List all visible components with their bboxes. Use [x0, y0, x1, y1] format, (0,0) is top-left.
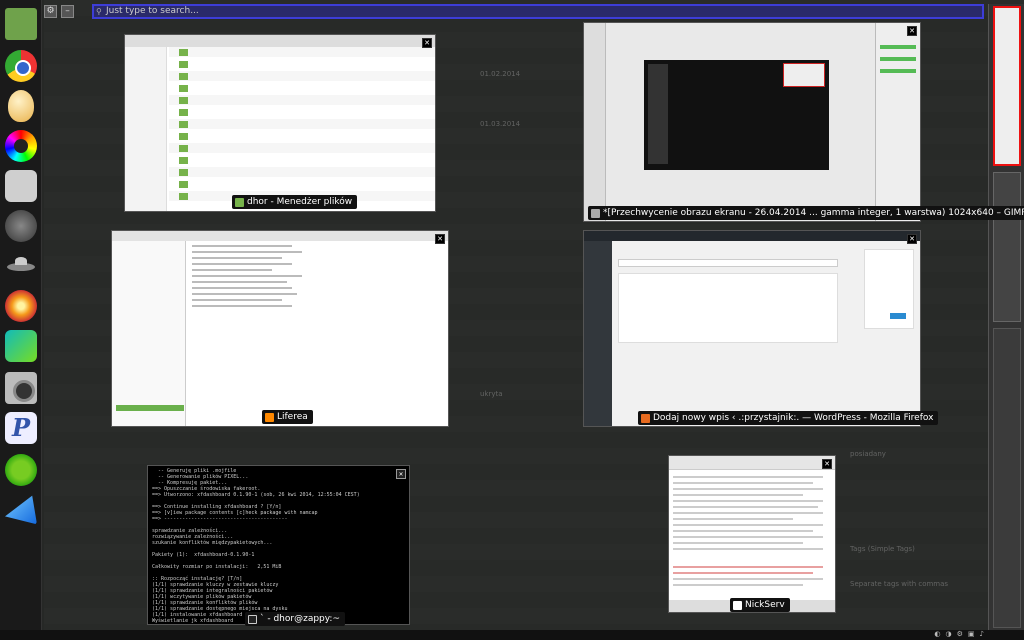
launcher-icon[interactable] — [5, 495, 37, 525]
chromium-icon[interactable] — [5, 50, 37, 82]
search-input[interactable]: ⚲ Just type to search... — [92, 3, 984, 19]
settings-icon[interactable]: ⚙ — [44, 4, 57, 18]
window-terminal[interactable]: -- Generuję pliki .mojfile -- Generowani… — [147, 465, 410, 625]
claws-mail-icon[interactable] — [5, 170, 37, 202]
color-picker-icon[interactable] — [5, 130, 37, 162]
top-bar: ⚙ – ⚲ Just type to search... — [44, 3, 984, 19]
gimp-toolbox — [584, 23, 606, 221]
tray-icon[interactable]: ◑ — [946, 630, 952, 639]
rss-icon — [265, 412, 274, 422]
window-caption-gimp[interactable]: *[Przechwycenie obrazu ekranu - 26.04.20… — [588, 206, 1024, 220]
bg-text: Tags (Simple Tags) — [850, 545, 915, 553]
workspace-panel — [988, 4, 1024, 640]
gimp-dock — [875, 23, 920, 221]
search-icon: ⚲ — [96, 6, 102, 16]
camera-icon[interactable] — [5, 372, 37, 404]
feed-list — [112, 241, 186, 426]
firefox-icon — [641, 413, 650, 423]
wp-editor — [612, 241, 920, 426]
window-gimp[interactable]: ✕ — [583, 22, 921, 222]
gimp-icon — [591, 208, 600, 218]
close-icon[interactable]: ✕ — [435, 234, 445, 244]
close-icon[interactable]: ✕ — [396, 469, 406, 479]
sync-icon[interactable] — [5, 454, 37, 486]
application-dock: P — [0, 0, 42, 630]
gimp-canvas — [644, 60, 829, 170]
chat-icon — [733, 600, 742, 610]
workspace-thumbnail-1[interactable] — [993, 6, 1021, 166]
search-placeholder: Just type to search... — [106, 5, 199, 16]
xnview-icon[interactable] — [5, 290, 37, 322]
desktop: 01.02.2014 01.03.2014 ukryta posiadany T… — [0, 0, 1024, 640]
tray-icon[interactable]: ⚙ — [957, 630, 963, 639]
egg-icon[interactable] — [8, 90, 34, 122]
tray-icon[interactable]: ▣ — [968, 630, 975, 639]
window-nickserv[interactable]: ✕ — [668, 455, 836, 613]
close-icon[interactable]: ✕ — [907, 234, 917, 244]
chat-tabs — [669, 456, 835, 470]
minimize-icon[interactable]: – — [61, 4, 74, 18]
ufo-icon[interactable] — [5, 250, 37, 282]
close-icon[interactable]: ✕ — [422, 38, 432, 48]
close-icon[interactable]: ✕ — [907, 26, 917, 36]
close-icon[interactable]: ✕ — [822, 459, 832, 469]
wp-admin-bar — [584, 231, 920, 241]
system-tray: ◐ ◑ ⚙ ▣ ♪ — [934, 630, 984, 639]
tray-icon[interactable]: ♪ — [980, 630, 984, 639]
window-liferea[interactable]: ✕ — [111, 230, 449, 427]
image-viewer-icon[interactable] — [5, 330, 37, 362]
window-caption-firefox[interactable]: Dodaj nowy wpis ‹ .:przystajnik:. — Word… — [638, 411, 939, 425]
bg-text: 01.02.2014 — [480, 70, 521, 78]
liferea-toolbar — [112, 231, 448, 241]
window-caption-file-manager[interactable]: dhor - Menedżer plików — [232, 195, 358, 209]
bg-text: posiadany — [850, 450, 886, 458]
window-caption-nickserv[interactable]: NickServ — [730, 598, 790, 612]
window-caption-liferea[interactable]: Liferea — [262, 410, 313, 424]
bg-text: ukryta — [480, 390, 503, 398]
file-manager-icon[interactable] — [5, 8, 37, 40]
tray-icon[interactable]: ◐ — [934, 630, 940, 639]
bg-text: Separate tags with commas — [850, 580, 949, 588]
window-file-manager[interactable]: ✕ — [124, 34, 436, 212]
pidgin-icon[interactable]: P — [5, 412, 37, 444]
terminal-icon — [248, 614, 257, 624]
window-caption-terminal[interactable]: ` - dhor@zappy:~ — [245, 612, 346, 626]
phatch-icon[interactable] — [5, 210, 37, 242]
terminal-output: -- Generuję pliki .mojfile -- Generowani… — [152, 468, 360, 624]
folder-icon — [235, 197, 244, 207]
window-firefox-wordpress[interactable]: ✕ — [583, 230, 921, 427]
wp-admin-menu — [584, 241, 612, 426]
file-manager-sidebar — [125, 47, 167, 211]
workspace-thumbnail-3[interactable] — [993, 328, 1021, 628]
bottom-panel: ◐ ◑ ⚙ ▣ ♪ — [0, 630, 1024, 640]
workspace-thumbnail-2[interactable] — [993, 172, 1021, 322]
bg-text: 01.03.2014 — [480, 120, 521, 128]
file-manager-toolbar — [125, 35, 435, 47]
